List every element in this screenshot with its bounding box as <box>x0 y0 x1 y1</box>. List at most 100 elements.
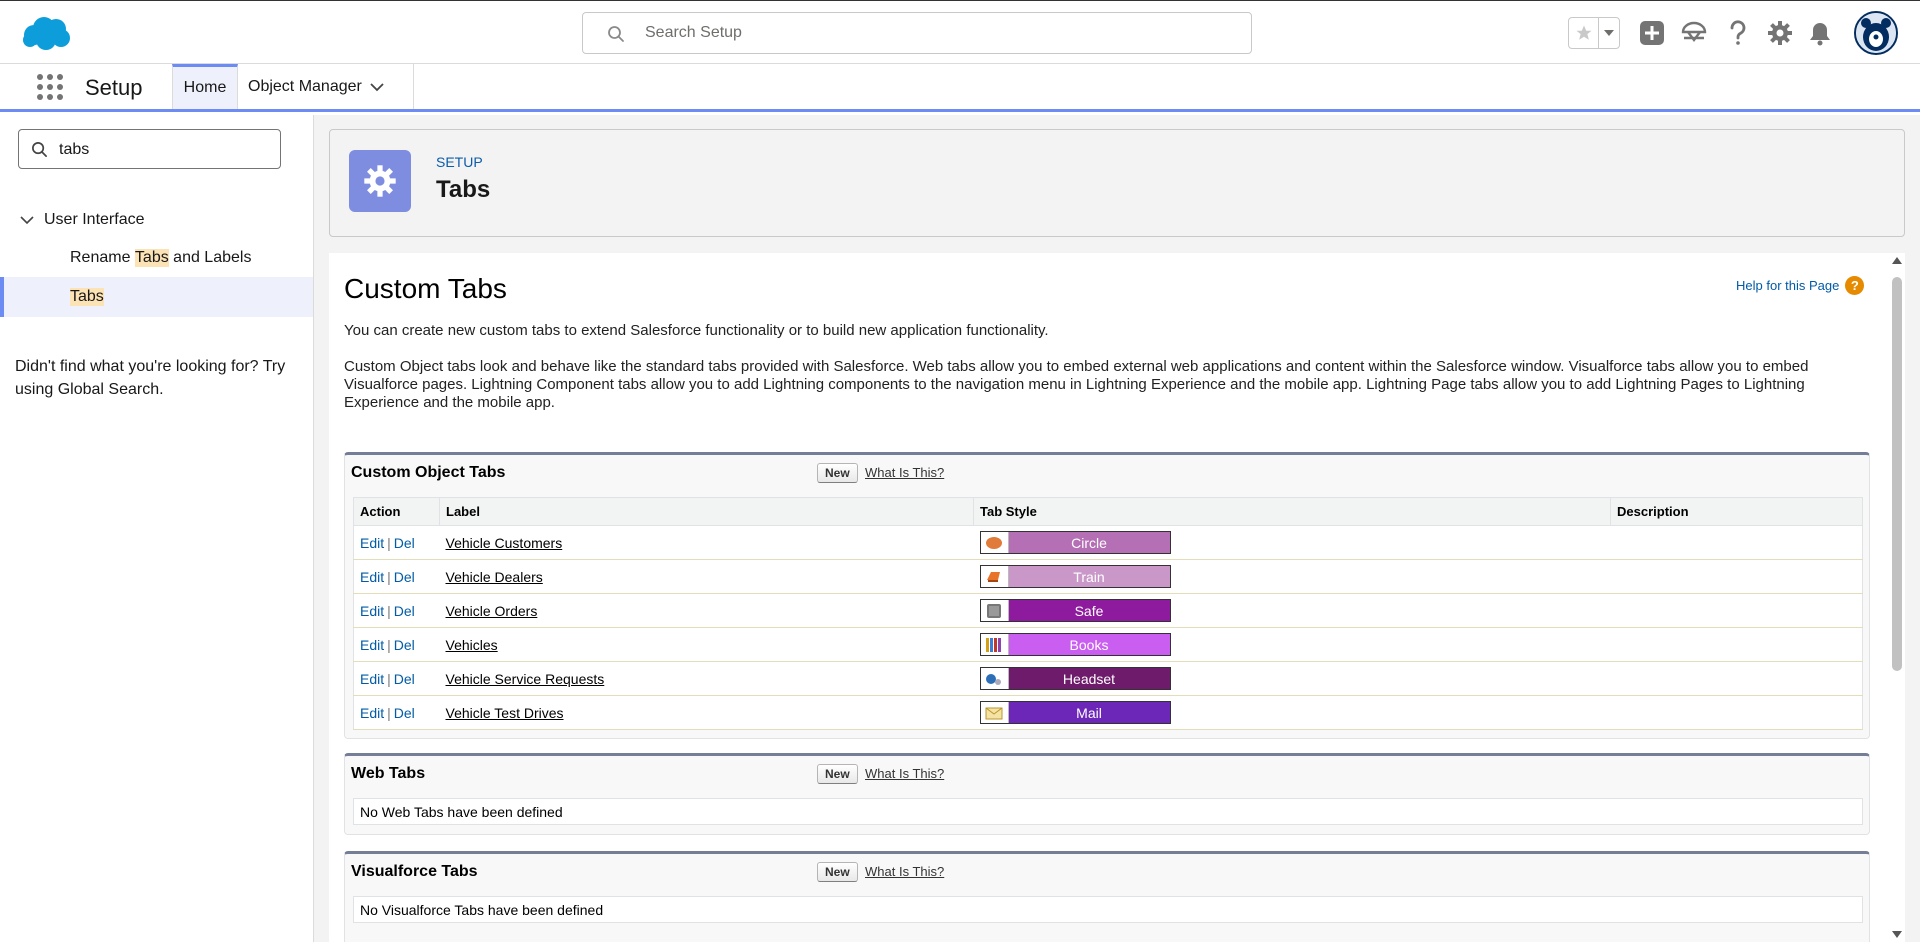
global-search[interactable] <box>582 12 1252 54</box>
scroll-down-arrow-icon[interactable] <box>1892 931 1902 938</box>
help-link-label: Help for this Page <box>1736 278 1840 293</box>
sidebar-item-label-pre: Rename <box>70 249 135 266</box>
notifications-button[interactable] <box>1804 17 1836 49</box>
favorites-dropdown-button[interactable] <box>1599 18 1619 48</box>
new-custom-object-tab-button[interactable]: New <box>817 463 858 483</box>
edit-link[interactable]: Edit <box>360 637 384 653</box>
global-actions-button[interactable] <box>1636 17 1668 49</box>
action-separator: | <box>387 670 391 687</box>
delete-link[interactable]: Del <box>394 535 415 551</box>
action-separator: | <box>387 602 391 619</box>
tab-label-link[interactable]: Vehicle Service Requests <box>446 671 605 687</box>
sidebar-item-label-match: Tabs <box>70 288 104 306</box>
tab-style-cell: Train <box>973 559 1611 594</box>
edit-link[interactable]: Edit <box>360 569 384 585</box>
sidebar-item-rename-tabs-and-labels[interactable]: Rename Tabs and Labels <box>0 238 313 278</box>
edit-link[interactable]: Edit <box>360 705 384 721</box>
empty-message: No Visualforce Tabs have been defined <box>353 896 1863 923</box>
quick-find-box[interactable] <box>18 129 281 169</box>
column-header-tab-style: Tab Style <box>973 497 1611 526</box>
tab-style-swatch: Mail <box>979 701 1171 724</box>
trailhead-button[interactable] <box>1678 17 1710 49</box>
quick-find-input[interactable] <box>59 139 269 161</box>
waffle-icon <box>37 74 63 100</box>
favorites-group <box>1568 17 1620 49</box>
delete-link[interactable]: Del <box>394 603 415 619</box>
what-is-this-link[interactable]: What Is This? <box>865 465 944 480</box>
action-separator: | <box>387 704 391 721</box>
edit-link[interactable]: Edit <box>360 671 384 687</box>
tab-home[interactable]: Home <box>172 64 238 109</box>
setup-sidebar: User Interface Rename Tabs and Labels Ta… <box>0 115 314 942</box>
description-text: Custom Object tabs look and behave like … <box>344 358 1809 411</box>
description-cell <box>1610 695 1863 730</box>
scrollbar-thumb[interactable] <box>1892 277 1902 671</box>
user-avatar[interactable] <box>1854 11 1898 55</box>
help-for-this-page-link[interactable]: Help for this Page ? <box>1736 276 1865 295</box>
what-is-this-link[interactable]: What Is This? <box>865 864 944 879</box>
new-web-tab-button[interactable]: New <box>817 764 858 784</box>
global-header <box>0 0 1920 64</box>
web-tabs-block: Web Tabs New What Is This? No Web Tabs h… <box>344 753 1870 835</box>
tree-node-user-interface[interactable]: User Interface <box>20 209 144 231</box>
main-content: SETUP Tabs Custom Tabs Help for this Pag… <box>314 115 1920 942</box>
delete-link[interactable]: Del <box>394 569 415 585</box>
action-separator: | <box>387 636 391 653</box>
tab-style-swatch: Headset <box>979 667 1171 690</box>
block-title: Web Tabs <box>351 765 426 782</box>
tab-style-name: Safe <box>1074 602 1104 619</box>
action-cell: Edit | Del <box>353 661 440 696</box>
block-title: Custom Object Tabs <box>351 464 506 481</box>
astro-bear-icon <box>1856 13 1896 53</box>
label-cell: Vehicle Test Drives <box>439 695 974 730</box>
tab-style-name: Circle <box>1071 534 1107 551</box>
classic-content-frame: Custom Tabs Help for this Page ? You can… <box>329 253 1905 942</box>
description-cell <box>1610 661 1863 696</box>
not-found-message: Didn't find what you're looking for? Try… <box>15 358 286 398</box>
tab-style-swatch: Books <box>979 633 1171 656</box>
tab-label-link[interactable]: Vehicle Test Drives <box>446 705 564 721</box>
table-row: Edit | Del Vehicle Test Drives Mail <box>353 695 1863 730</box>
edit-link[interactable]: Edit <box>360 603 384 619</box>
caret-down-icon <box>1604 30 1614 36</box>
scroll-up-arrow-icon[interactable] <box>1892 257 1902 264</box>
favorite-star-button[interactable] <box>1569 18 1599 48</box>
tab-style-cell: Headset <box>973 661 1611 696</box>
new-visualforce-tab-button[interactable]: New <box>817 862 858 882</box>
setup-gear-button[interactable] <box>1764 17 1796 49</box>
delete-link[interactable]: Del <box>394 705 415 721</box>
help-button[interactable] <box>1722 17 1754 49</box>
description-cell <box>1610 593 1863 628</box>
tab-style-cell: Safe <box>973 593 1611 628</box>
vertical-scrollbar[interactable] <box>1889 253 1905 942</box>
column-header-label: Label <box>439 497 974 526</box>
search-icon <box>32 142 47 157</box>
delete-link[interactable]: Del <box>394 671 415 687</box>
action-separator: | <box>387 534 391 551</box>
tab-label-link[interactable]: Vehicle Customers <box>446 535 563 551</box>
tab-label-link[interactable]: Vehicle Dealers <box>446 569 543 585</box>
tree-node-label: User Interface <box>44 211 145 228</box>
search-input[interactable] <box>645 21 1225 45</box>
edit-link[interactable]: Edit <box>360 535 384 551</box>
chevron-down-icon[interactable] <box>370 82 384 92</box>
delete-link[interactable]: Del <box>394 637 415 653</box>
tab-object-manager[interactable]: Object Manager <box>238 64 414 109</box>
tab-style-swatch: Circle <box>979 531 1171 554</box>
what-is-this-link[interactable]: What Is This? <box>865 766 944 781</box>
trailhead-icon <box>1681 21 1707 42</box>
description-cell <box>1610 559 1863 594</box>
tab-label-link[interactable]: Vehicles <box>446 637 498 653</box>
chevron-down-icon[interactable] <box>20 215 34 225</box>
tab-label-link[interactable]: Vehicle Orders <box>446 603 538 619</box>
intro-text: You can create new custom tabs to extend… <box>344 322 1049 339</box>
action-separator: | <box>387 568 391 585</box>
mail-icon <box>980 702 1009 723</box>
salesforce-logo[interactable] <box>20 15 72 51</box>
app-launcher-button[interactable] <box>36 73 64 101</box>
label-cell: Vehicle Orders <box>439 593 974 628</box>
action-cell: Edit | Del <box>353 695 440 730</box>
sidebar-item-tabs[interactable]: Tabs <box>0 277 313 317</box>
page-title: Tabs <box>436 176 491 203</box>
label-cell: Vehicle Service Requests <box>439 661 974 696</box>
